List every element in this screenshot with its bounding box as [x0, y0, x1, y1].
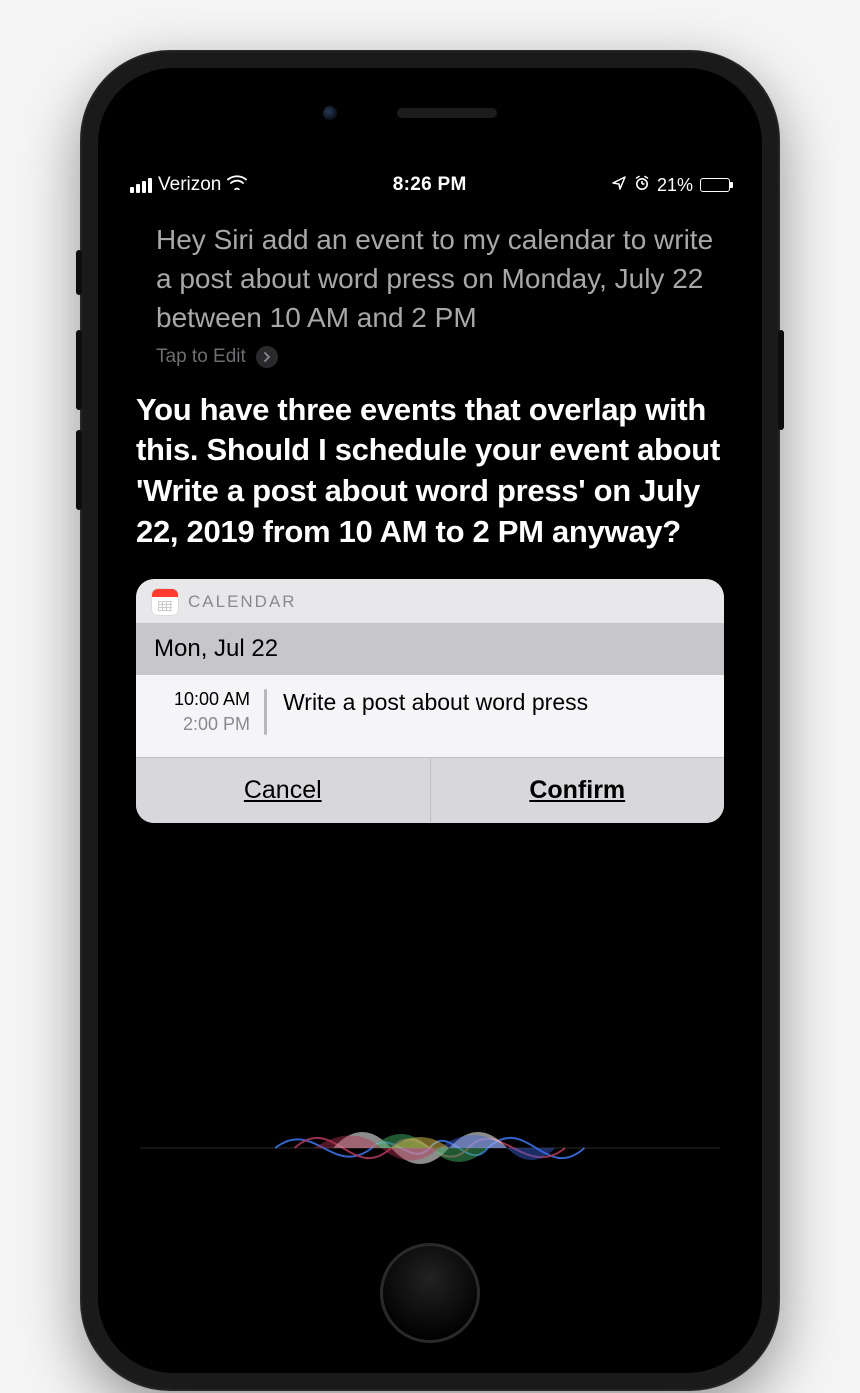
- status-right: 21%: [612, 175, 730, 196]
- card-header: CALENDAR: [136, 579, 724, 623]
- tap-to-edit[interactable]: Tap to Edit: [136, 346, 724, 368]
- alarm-icon: [634, 175, 650, 196]
- tap-to-edit-label: Tap to Edit: [156, 346, 246, 368]
- battery-icon: [700, 178, 730, 192]
- card-actions: Cancel Confirm: [136, 757, 724, 823]
- confirm-button[interactable]: Confirm: [430, 758, 725, 823]
- event-row[interactable]: 10:00 AM 2:00 PM Write a post about word…: [136, 675, 724, 757]
- volume-down-button: [76, 430, 82, 510]
- power-button: [778, 330, 784, 430]
- wifi-icon: [227, 174, 247, 196]
- siri-waveform[interactable]: [108, 1108, 752, 1188]
- mute-switch: [76, 250, 82, 295]
- calendar-card: CALENDAR Mon, Jul 22 10:00 AM 2:00 PM Wr…: [136, 579, 724, 823]
- speaker-slot: [397, 108, 497, 118]
- event-divider: [264, 689, 267, 735]
- battery-percent: 21%: [657, 175, 693, 196]
- screen: Verizon 8:26 PM 21%: [108, 158, 752, 1218]
- carrier-label: Verizon: [158, 174, 221, 196]
- front-camera: [323, 106, 337, 120]
- cancel-button[interactable]: Cancel: [136, 758, 430, 823]
- location-icon: [612, 175, 627, 196]
- cellular-signal-icon: [130, 178, 152, 193]
- earpiece: [98, 106, 762, 120]
- event-start-time: 10:00 AM: [157, 689, 250, 710]
- phone-frame: Verizon 8:26 PM 21%: [80, 50, 780, 1391]
- event-date: Mon, Jul 22: [136, 623, 724, 675]
- event-end-time: 2:00 PM: [157, 714, 250, 735]
- phone-bezel: Verizon 8:26 PM 21%: [98, 68, 762, 1373]
- chevron-right-icon: [256, 346, 278, 368]
- event-times: 10:00 AM 2:00 PM: [154, 689, 264, 735]
- home-button[interactable]: [380, 1243, 480, 1343]
- card-app-label: CALENDAR: [188, 592, 297, 612]
- siri-response-text: You have three events that overlap with …: [136, 390, 724, 554]
- siri-content: Hey Siri add an event to my calendar to …: [108, 196, 752, 823]
- volume-up-button: [76, 330, 82, 410]
- clock: 8:26 PM: [393, 174, 467, 196]
- calendar-app-icon: [152, 589, 178, 615]
- status-left: Verizon: [130, 174, 247, 196]
- status-bar: Verizon 8:26 PM 21%: [108, 158, 752, 196]
- event-title: Write a post about word press: [283, 689, 588, 735]
- user-request-text[interactable]: Hey Siri add an event to my calendar to …: [136, 220, 724, 338]
